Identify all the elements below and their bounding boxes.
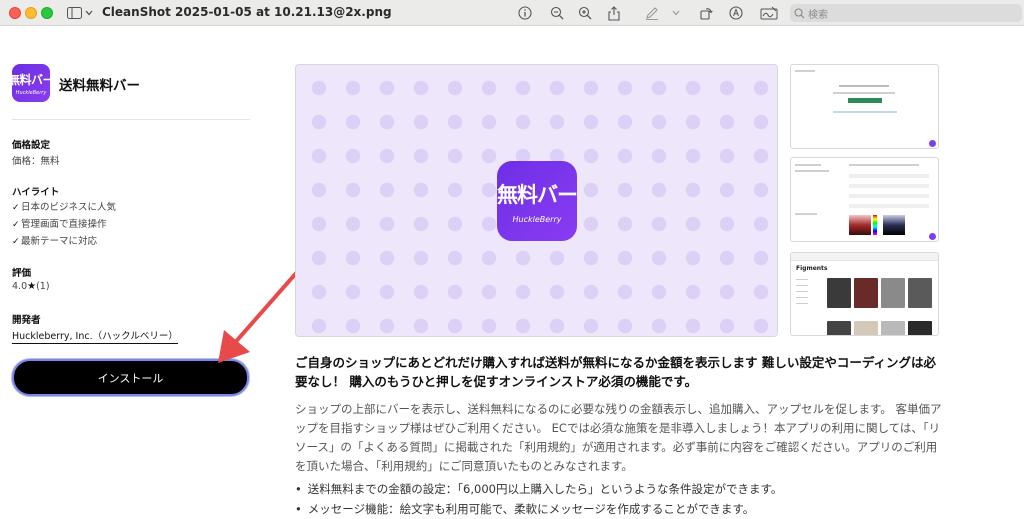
search-icon <box>794 4 805 23</box>
highlight-label: 最新テーマに対応 <box>21 236 98 247</box>
annotate-icon[interactable] <box>727 4 745 22</box>
app-icon-subtext: HuckleBerry <box>15 89 47 96</box>
app-icon: 無料バー HuckleBerry <box>12 64 50 102</box>
thumb-hue-strip <box>873 215 877 235</box>
checkmark-icon: ✓ <box>12 237 20 247</box>
thumb-chat-icon <box>929 140 936 147</box>
app-icon-text: 無料バー <box>12 72 50 87</box>
feature-item: メッセージ機能：絵文字も利用可能で、柔軟にメッセージを作成することができます。 <box>295 499 945 519</box>
hero-icon-subtext: HuckleBerry <box>512 214 562 224</box>
sidebar-toggle-icon[interactable] <box>66 4 82 22</box>
window-title: CleanShot 2025-01-05 at 10.21.13@2x.png <box>102 5 392 19</box>
thumb-line <box>849 194 929 198</box>
signature-icon[interactable] <box>759 4 779 22</box>
thumb-chat-icon <box>929 233 936 240</box>
thumb-header <box>791 253 938 261</box>
close-window-button[interactable] <box>9 7 21 19</box>
thumb-product-image <box>854 321 878 335</box>
hero-app-icon: 無料バー HuckleBerry <box>497 161 578 241</box>
thumb-product-image <box>908 278 932 308</box>
screenshot-thumbnail[interactable] <box>790 64 939 149</box>
thumb-line <box>839 85 889 87</box>
feature-item: 送料無料までの金額の設定：「6,000円以上購入したら」というような条件設定がで… <box>295 479 945 499</box>
rating-heading: 評価 <box>12 268 32 279</box>
highlight-label: 日本のビジネスに人気 <box>21 202 117 213</box>
thumb-line <box>849 184 929 188</box>
info-icon[interactable] <box>516 4 534 22</box>
rating-row: 4.0★(1) <box>12 281 50 292</box>
thumb-line <box>795 213 817 215</box>
app-name: 送料無料バー <box>59 78 140 94</box>
search-field[interactable]: 検索 <box>790 4 1022 22</box>
screenshot-thumbnail[interactable] <box>790 157 939 242</box>
thumb-store-title: Figments <box>796 265 828 272</box>
minimize-window-button[interactable] <box>25 7 37 19</box>
star-icon: ★ <box>27 281 37 292</box>
search-placeholder: 検索 <box>808 9 828 21</box>
thumb-product-image <box>881 278 905 308</box>
thumb-line <box>849 204 929 208</box>
thumb-product-image <box>854 278 878 308</box>
thumb-product-image <box>908 321 932 335</box>
thumb-line <box>833 111 897 113</box>
thumb-line <box>795 170 829 172</box>
chevron-down-icon[interactable] <box>84 4 94 22</box>
highlight-item: ✓日本のビジネスに人気 <box>12 199 116 213</box>
highlight-item: ✓管理画面で直接操作 <box>12 216 107 230</box>
rating-count[interactable]: (1) <box>36 281 49 292</box>
rating-value: 4.0 <box>12 281 28 292</box>
feature-list: 送料無料までの金額の設定：「6,000円以上購入したら」というような条件設定がで… <box>295 479 945 519</box>
app-headline: ご自身のショップにあとどれだけ購入すれば送料が無料になるか金額を表示します 難し… <box>295 355 936 389</box>
highlight-item: ✓最新テーマに対応 <box>12 233 97 247</box>
hero-icon-text: 無料バー <box>497 182 578 207</box>
thumb-color-picker <box>883 215 905 235</box>
developer-link[interactable]: Huckleberry, Inc.（ハックルベリー） <box>12 328 178 344</box>
thumb-line <box>795 70 815 72</box>
screenshot-thumbnail[interactable]: Figments <box>790 252 939 336</box>
rotate-icon[interactable] <box>697 4 715 22</box>
thumb-line <box>796 285 808 286</box>
developer-heading: 開発者 <box>12 315 41 326</box>
thumb-product-image <box>827 321 851 335</box>
thumb-line <box>796 291 808 292</box>
thumb-line <box>833 92 895 94</box>
markup-pen-icon[interactable] <box>643 4 661 22</box>
checkmark-icon: ✓ <box>12 203 20 213</box>
app-description: ショップの上部にバーを表示し、送料無料になるのに必要な残りの金額表示し、追加購入… <box>295 402 942 473</box>
pricing-heading: 価格設定 <box>12 140 51 151</box>
checkmark-icon: ✓ <box>12 220 20 230</box>
zoom-in-icon[interactable] <box>576 4 594 22</box>
hero-screenshot[interactable]: 無料バー HuckleBerry <box>295 64 778 337</box>
thumb-product-image <box>827 278 851 308</box>
pricing-value: 価格：無料 <box>12 156 60 167</box>
thumb-product-image <box>881 321 905 335</box>
thumb-line <box>795 164 821 166</box>
thumb-line <box>796 279 808 280</box>
thumb-line <box>796 303 808 304</box>
sidebar-divider <box>12 119 250 120</box>
thumb-line <box>849 174 929 178</box>
markup-chevron-icon[interactable] <box>671 4 681 22</box>
window-titlebar: CleanShot 2025-01-05 at 10.21.13@2x.png … <box>0 0 1024 26</box>
highlight-label: 管理画面で直接操作 <box>21 219 107 230</box>
maximize-window-button[interactable] <box>41 7 53 19</box>
highlights-heading: ハイライト <box>12 187 60 198</box>
thumb-line <box>849 164 919 166</box>
thumb-color-picker <box>849 215 871 235</box>
zoom-out-icon[interactable] <box>548 4 566 22</box>
share-icon[interactable] <box>605 4 623 22</box>
thumb-green-bar <box>848 98 882 103</box>
thumb-line <box>796 297 808 298</box>
